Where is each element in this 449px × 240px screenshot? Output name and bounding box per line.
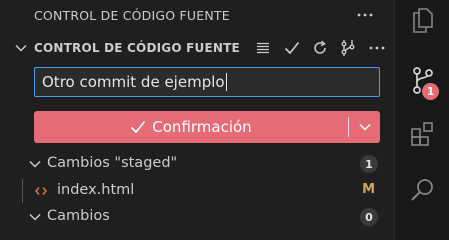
changes-label: Cambios — [47, 208, 110, 224]
commit-message-input[interactable]: Otro commit de ejemplo — [34, 67, 380, 97]
search-icon — [410, 179, 433, 201]
ellipsis-icon — [369, 46, 385, 50]
commit-check-button[interactable] — [282, 38, 302, 58]
view-title: CONTROL DE CÓDIGO FUENTE — [34, 8, 230, 23]
tree-indent-guide — [22, 179, 23, 203]
text-caret — [225, 73, 227, 91]
ellipsis-icon — [357, 13, 373, 17]
staged-count-badge: 1 — [360, 155, 378, 173]
section-header[interactable]: CONTROL DE CÓDIGO FUENTE — [0, 36, 394, 60]
extensions-icon — [410, 122, 433, 146]
view-more-actions-button[interactable] — [354, 4, 376, 26]
commit-options-dropdown[interactable] — [349, 111, 380, 143]
view-header: CONTROL DE CÓDIGO FUENTE — [0, 0, 394, 32]
chevron-down-icon — [358, 123, 371, 131]
html-file-icon — [34, 183, 48, 199]
branch-graph-icon — [341, 40, 355, 56]
section-more-actions-button[interactable] — [367, 38, 387, 58]
activity-bar: 1 — [394, 0, 449, 240]
file-status-badge: M — [362, 182, 375, 197]
changes-count-badge: 0 — [360, 208, 378, 226]
commit-message-text: Otro commit de ejemplo — [42, 73, 225, 91]
view-as-list-icon — [257, 42, 269, 54]
file-name: index.html — [57, 182, 135, 198]
chevron-down-icon[interactable] — [28, 157, 42, 171]
source-control-sidebar: CONTROL DE CÓDIGO FUENTE CONTROL DE CÓDI… — [0, 0, 394, 240]
commit-check-icon — [284, 41, 300, 55]
section-title: CONTROL DE CÓDIGO FUENTE — [34, 41, 240, 55]
changes-group[interactable]: Cambios 0 — [0, 205, 394, 229]
explorer-icon — [412, 8, 433, 33]
staged-changes-label: Cambios "staged" — [47, 155, 178, 171]
branch-graph-button[interactable] — [338, 38, 358, 58]
commit-button-label: Confirmación — [152, 118, 252, 136]
refresh-icon — [314, 40, 326, 54]
list-item[interactable]: index.html M — [0, 179, 394, 203]
commit-button-group: Confirmación — [34, 111, 380, 143]
source-control-badge: 1 — [422, 83, 439, 100]
activity-extensions[interactable] — [395, 110, 449, 158]
activity-search[interactable] — [395, 166, 449, 214]
commit-button[interactable]: Confirmación — [34, 111, 348, 143]
activity-source-control[interactable]: 1 — [395, 56, 449, 104]
activity-explorer[interactable] — [395, 0, 449, 44]
view-as-list-button[interactable] — [253, 38, 273, 58]
check-icon — [131, 120, 146, 134]
refresh-button[interactable] — [310, 38, 330, 58]
chevron-down-icon[interactable] — [14, 41, 28, 55]
staged-changes-group[interactable]: Cambios "staged" 1 — [0, 152, 394, 176]
chevron-down-icon[interactable] — [28, 210, 42, 224]
